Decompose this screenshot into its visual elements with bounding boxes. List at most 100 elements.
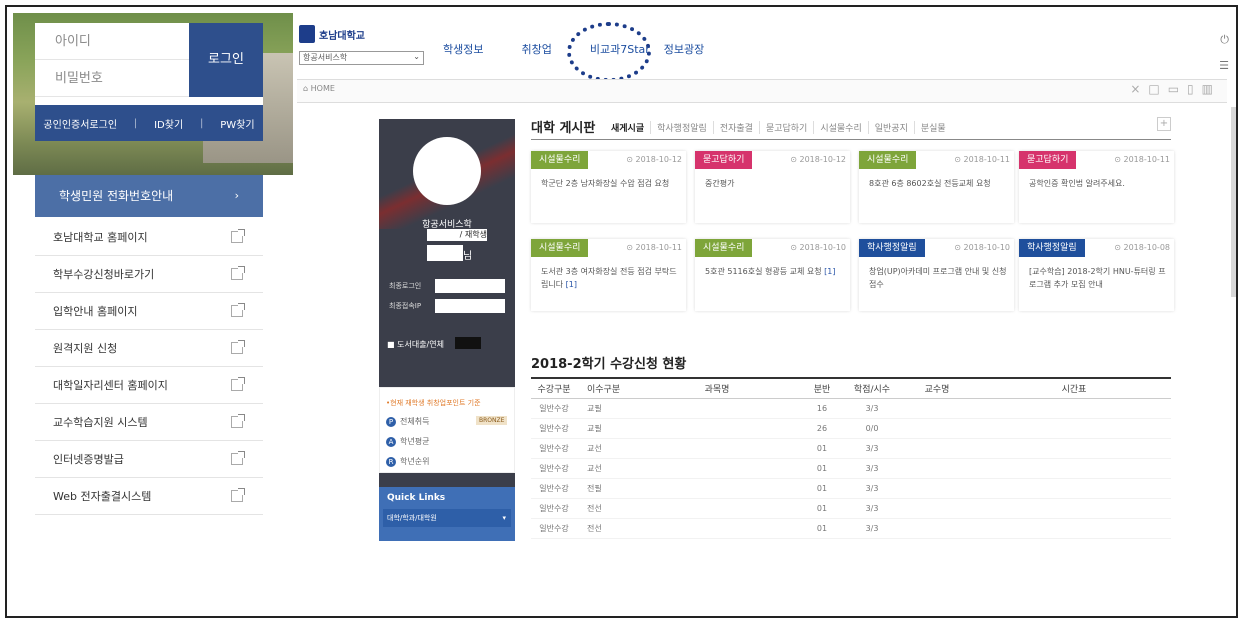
- board-card[interactable]: 시설물수리 ⊙ 2018-10-11 도서관 3층 여자화장실 전등 점검 부탁드립…: [531, 239, 686, 311]
- table-cell: 26: [816, 424, 828, 433]
- board-card[interactable]: 학사행정알림 ⊙ 2018-10-08 [교수학습] 2018-2학기 HNU-튜터…: [1019, 239, 1174, 311]
- table-cell: 일반수강: [539, 504, 569, 513]
- table-row: 일반수강 전필 01 3/3: [531, 479, 1171, 499]
- card-text: 5호관 5116호실 형광등 교체 요청 [1]: [705, 267, 836, 276]
- card-date: ⊙ 2018-10-11: [954, 155, 1010, 164]
- card-category-badge: 시설물수리: [531, 239, 589, 257]
- point-icon: P: [386, 416, 396, 427]
- card-text: 8호관 6층 8602호실 전등교체 요청: [869, 179, 991, 188]
- menu-item[interactable]: 원격지원 신청: [35, 330, 263, 367]
- card-date: ⊙ 2018-10-10: [954, 243, 1010, 252]
- nav-career[interactable]: 취창업: [521, 41, 551, 57]
- card-date: ⊙ 2018-10-11: [626, 243, 682, 252]
- table-cell: 전필: [587, 484, 602, 493]
- card-text: 공학인증 확인법 알려주세요.: [1029, 179, 1125, 188]
- profile-suffix: 님: [463, 251, 473, 262]
- board-card[interactable]: 학사행정알림 ⊙ 2018-10-10 창업(UP)아카데미 프로그램 안내 및 신…: [859, 239, 1014, 311]
- home-breadcrumb[interactable]: ⌂ HOME: [303, 84, 335, 93]
- table-row: 일반수강 전선 01 3/3: [531, 499, 1171, 519]
- menu-icon[interactable]: ☰: [1219, 59, 1229, 72]
- table-cell: 01: [816, 524, 828, 533]
- arrow-right-icon: ›: [234, 189, 239, 202]
- board-card[interactable]: 묻고답하기 ⊙ 2018-10-11 공학인증 확인법 알려주세요.: [1019, 151, 1174, 223]
- comment-count: [1]: [824, 267, 836, 276]
- point-panel: •현재 재학생 취창업포인트 기준 P 전체취득 BRONZE A 학년평균 R 학년…: [379, 387, 515, 473]
- window-tools[interactable]: ×□▭▯▥: [1130, 82, 1221, 96]
- card-date: ⊙ 2018-10-08: [1114, 243, 1170, 252]
- menu-item[interactable]: 대학일자리센터 홈페이지: [35, 367, 263, 404]
- table-row: 일반수강 교선 01 3/3: [531, 459, 1171, 479]
- login-button[interactable]: 로그인: [189, 23, 263, 97]
- rank-badge: BRONZE: [476, 416, 508, 425]
- avatar: [413, 137, 481, 205]
- external-link-icon: [231, 340, 245, 354]
- nav-info-plaza[interactable]: 정보광장: [664, 41, 704, 57]
- comment-count: [1]: [565, 280, 577, 289]
- external-link-icon: [231, 488, 245, 502]
- table-cell: 일반수강: [539, 424, 569, 433]
- table-cell: 01: [816, 504, 828, 513]
- card-category-badge: 묻고답하기: [1019, 151, 1077, 169]
- table-cell: 일반수강: [539, 404, 569, 413]
- table-cell: 01: [816, 444, 828, 453]
- more-plus-button[interactable]: +: [1157, 117, 1171, 131]
- logo-mark-icon: [299, 25, 315, 43]
- menu-item[interactable]: 교수학습지원 시스템: [35, 404, 263, 441]
- university-logo[interactable]: 호남대학교: [299, 25, 365, 43]
- menu-item[interactable]: Web 전자출결시스템: [35, 478, 263, 515]
- power-icon[interactable]: ⏻: [1220, 33, 1229, 47]
- tab-qna[interactable]: 묻고답하기: [760, 121, 815, 134]
- tab-general-notice[interactable]: 일반공지: [869, 121, 915, 134]
- chevron-down-icon: ⌄: [413, 52, 420, 61]
- tab-facility-repair[interactable]: 시설물수리: [814, 121, 869, 134]
- quick-links-select[interactable]: 대학/학과/대학원 ▾: [383, 509, 511, 527]
- library-loan[interactable]: ■ 도서대출/연체: [387, 339, 444, 350]
- highlight-circle: [567, 22, 651, 82]
- id-find-link[interactable]: ID찾기: [154, 116, 183, 131]
- board-card[interactable]: 시설물수리 ⊙ 2018-10-11 8호관 6층 8602호실 전등교체 요청: [859, 151, 1014, 223]
- card-category-badge: 시설물수리: [859, 151, 917, 169]
- external-link-icon: [231, 266, 245, 280]
- browser-frame: 아이디 비밀번호 로그인 공인인증서로그인 | ID찾기 | PW찾기 학생민원…: [5, 5, 1238, 618]
- table-cell: 일반수강: [539, 444, 569, 453]
- external-link-icon: [231, 303, 245, 317]
- pw-find-link[interactable]: PW찾기: [220, 116, 254, 131]
- nav-student-info[interactable]: 학생정보: [443, 41, 483, 57]
- menu-item[interactable]: 학부수강신청바로가기: [35, 256, 263, 293]
- menu-item[interactable]: 호남대학교 홈페이지: [35, 219, 263, 256]
- tab-academic-notice[interactable]: 학사행정알림: [651, 121, 714, 134]
- board-card[interactable]: 묻고답하기 ⊙ 2018-10-12 중간평가: [695, 151, 850, 223]
- card-category-badge: 시설물수리: [531, 151, 589, 169]
- card-category-badge: 묻고답하기: [695, 151, 753, 169]
- table-cell: 일반수강: [539, 524, 569, 533]
- profile-username-redacted: [427, 245, 463, 261]
- last-login-label: 최종로그인: [389, 282, 422, 290]
- card-text: 중간평가: [705, 179, 735, 188]
- menu-item[interactable]: 입학안내 홈페이지: [35, 293, 263, 330]
- table-cell: 교필: [587, 424, 602, 433]
- tab-new-posts[interactable]: 새게시글: [605, 121, 652, 134]
- rank-point-row: R 학년순위: [386, 456, 429, 467]
- board-card[interactable]: 시설물수리 ⊙ 2018-10-10 5호관 5116호실 형광등 교체 요청 [1…: [695, 239, 850, 311]
- phone-guide-banner[interactable]: 학생민원 전화번호안내 ›: [35, 175, 263, 217]
- scrollbar[interactable]: [1231, 107, 1236, 297]
- menu-item[interactable]: 인터넷증명발급: [35, 441, 263, 478]
- divider: |: [133, 117, 138, 129]
- avg-icon: A: [386, 436, 396, 447]
- tab-attendance[interactable]: 전자출결: [714, 121, 760, 134]
- board-card[interactable]: 시설물수리 ⊙ 2018-10-12 학군단 2층 남자화장실 수압 점검 요청: [531, 151, 686, 223]
- rank-icon: R: [386, 456, 396, 467]
- chevron-down-icon: ▾: [502, 514, 506, 522]
- table-cell: 01: [816, 464, 828, 473]
- table-cell: 전선: [587, 504, 602, 513]
- card-date: ⊙ 2018-10-10: [790, 243, 846, 252]
- table-cell: 교선: [587, 444, 602, 453]
- divider: [531, 139, 1171, 140]
- table-cell: 3/3: [865, 444, 879, 453]
- cert-login-link[interactable]: 공인인증서로그인: [43, 116, 117, 131]
- external-link-icon: [231, 451, 245, 465]
- card-text: 도서관 3층 여자화장실 전등 점검 부탁드립니다 [1]: [541, 267, 677, 289]
- department-select[interactable]: 항공서비스학 ⌄: [299, 51, 424, 65]
- tab-lost-found[interactable]: 분실물: [915, 121, 952, 134]
- quick-menu: 호남대학교 홈페이지 학부수강신청바로가기 입학안내 홈페이지 원격지원 신청 …: [35, 219, 263, 515]
